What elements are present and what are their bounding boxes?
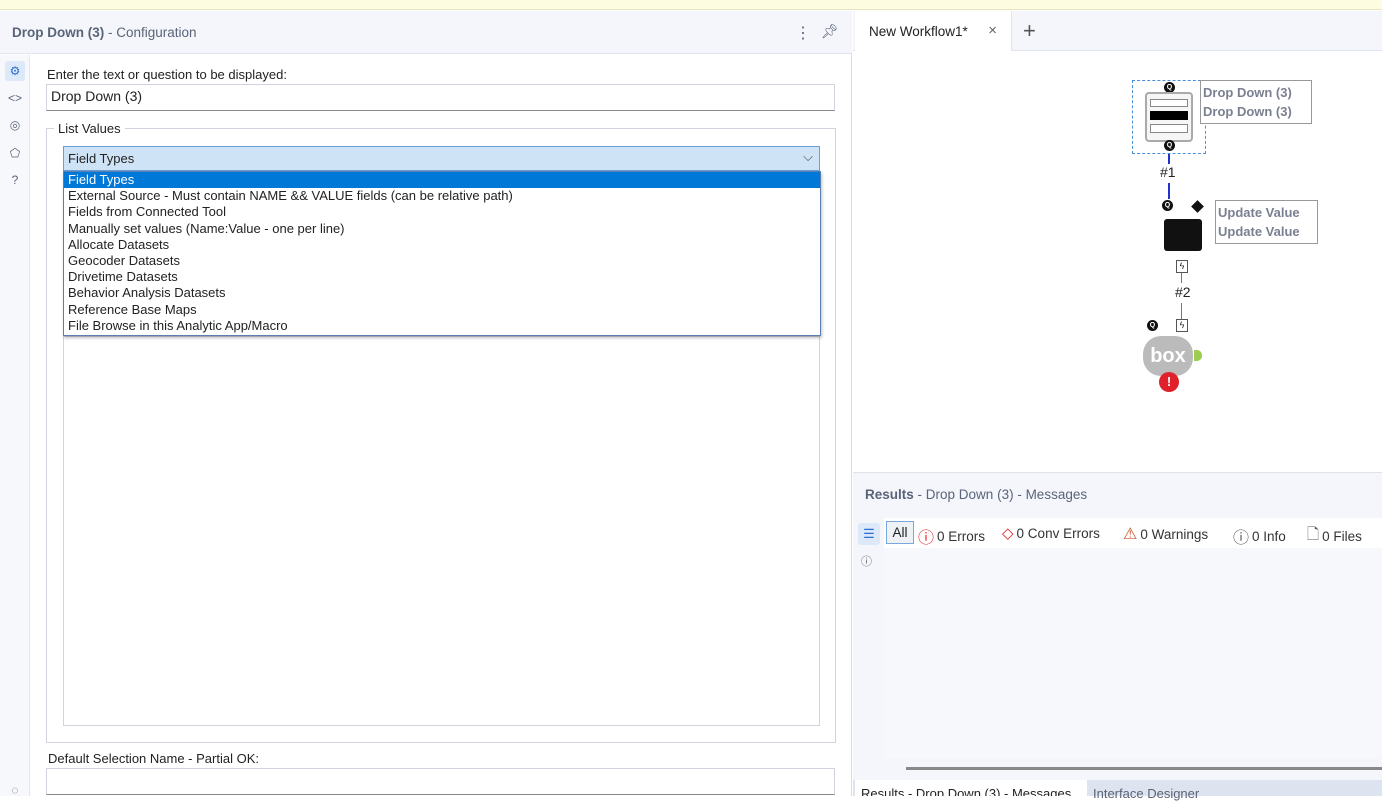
- option-geocoder[interactable]: Geocoder Datasets: [64, 253, 820, 269]
- event-anchor-icon: ϟ: [1176, 260, 1188, 273]
- dropdown-value: Field Types: [68, 151, 135, 166]
- tab-new-workflow[interactable]: New Workflow1* ×: [855, 11, 1012, 51]
- dropdown-options-list: Field Types External Source - Must conta…: [63, 171, 821, 336]
- config-side-toolbar: ⚙ <> ◎ ⬠ ? ◌: [0, 55, 30, 797]
- connection-icon[interactable]: ◎: [5, 115, 25, 135]
- notification-strip: [0, 0, 1382, 10]
- horizontal-scrollbar[interactable]: [906, 767, 1382, 770]
- diamond-error-icon: ◇: [1002, 525, 1014, 542]
- status-icon[interactable]: ◌: [5, 780, 25, 800]
- filter-info-button[interactable]: ⓘ 0 Info: [1233, 524, 1286, 548]
- option-drivetime[interactable]: Drivetime Datasets: [64, 269, 820, 285]
- update-value-tool-icon[interactable]: [1164, 219, 1202, 251]
- config-subtitle: - Configuration: [108, 25, 197, 40]
- filter-conv-errors-button[interactable]: ◇ 0 Conv Errors: [1002, 524, 1100, 542]
- output-anchor-icon: Q: [1164, 140, 1175, 151]
- workflow-canvas[interactable]: Q Q Drop Down (3) Drop Down (3) #1 Q Upda…: [853, 51, 1382, 470]
- tag-icon[interactable]: ⬠: [5, 143, 25, 163]
- connection-label-2: #2: [1175, 284, 1191, 300]
- list-values-area: [63, 336, 820, 726]
- filter-errors-button[interactable]: ⓘ 0 Errors: [918, 524, 985, 548]
- tab-label: New Workflow1*: [869, 24, 968, 39]
- event-anchor-icon: ϟ: [1176, 319, 1188, 332]
- more-options-icon[interactable]: ⋮: [795, 23, 811, 43]
- filter-all-button[interactable]: All: [886, 521, 914, 544]
- config-title: Drop Down (3): [12, 25, 105, 40]
- workflow-tabbar: New Workflow1* × +: [853, 11, 1382, 51]
- messages-area: [884, 548, 1382, 758]
- connection-label-1: #1: [1160, 164, 1176, 180]
- filter-warnings-button[interactable]: ⚠ 0 Warnings: [1123, 524, 1208, 544]
- option-file-browse[interactable]: File Browse in this Analytic App/Macro: [64, 318, 820, 334]
- default-selection-input[interactable]: [46, 768, 835, 795]
- warning-icon: ⚠: [1123, 526, 1138, 543]
- dropdown-annotation: Drop Down (3) Drop Down (3): [1200, 80, 1312, 124]
- file-icon: 🗋: [1307, 526, 1320, 543]
- config-header: Drop Down (3) - Configuration ⋮ 📌︎: [0, 11, 852, 54]
- info-icon: ⓘ: [1233, 530, 1250, 547]
- option-field-types[interactable]: Field Types: [64, 172, 820, 189]
- box-tool-icon[interactable]: box: [1143, 336, 1193, 376]
- results-subtitle: - Drop Down (3) - Messages: [917, 487, 1088, 502]
- chevron-down-icon: ⌵: [803, 149, 813, 164]
- option-behavior[interactable]: Behavior Analysis Datasets: [64, 285, 820, 301]
- gear-icon[interactable]: ⚙: [5, 61, 25, 81]
- help-icon[interactable]: ⓘ: [861, 553, 872, 569]
- option-reference-maps[interactable]: Reference Base Maps: [64, 302, 820, 318]
- option-external-source[interactable]: External Source - Must contain NAME && V…: [64, 188, 820, 204]
- option-allocate[interactable]: Allocate Datasets: [64, 237, 820, 253]
- option-fields-connected[interactable]: Fields from Connected Tool: [64, 204, 820, 220]
- tab-interface-designer[interactable]: Interface Designer: [1093, 786, 1199, 802]
- close-icon[interactable]: ×: [988, 22, 997, 39]
- filter-files-button[interactable]: 🗋 0 Files: [1307, 524, 1362, 549]
- option-manual-values[interactable]: Manually set values (Name:Value - one pe…: [64, 221, 820, 237]
- code-icon[interactable]: <>: [5, 88, 25, 108]
- error-icon: !: [1159, 372, 1179, 392]
- list-values-label: List Values: [54, 121, 125, 136]
- question-label: Enter the text or question to be display…: [47, 67, 287, 82]
- default-selection-label: Default Selection Name - Partial OK:: [48, 751, 259, 766]
- dropdown-tool[interactable]: Q Q: [1132, 80, 1206, 154]
- bottom-tabs: Results - Drop Down (3) - Messages Inter…: [853, 780, 1382, 801]
- help-icon[interactable]: ?: [5, 170, 25, 190]
- output-anchor-icon: [1194, 350, 1202, 361]
- question-anchor-icon: Q: [1162, 200, 1173, 211]
- pin-icon[interactable]: 📌︎: [821, 23, 839, 40]
- dropdown-tool-icon: [1145, 92, 1193, 142]
- list-type-dropdown[interactable]: Field Types ⌵: [63, 146, 820, 171]
- results-title: Results: [865, 487, 914, 502]
- question-input[interactable]: Drop Down (3): [46, 84, 835, 111]
- list-view-icon[interactable]: ☰: [858, 523, 880, 545]
- error-circle-icon: ⓘ: [918, 530, 935, 547]
- tab-results[interactable]: Results - Drop Down (3) - Messages: [855, 780, 1087, 796]
- question-anchor-icon: Q: [1147, 320, 1158, 331]
- update-value-annotation: Update Value Update Value: [1215, 200, 1318, 244]
- add-tab-icon[interactable]: +: [1023, 18, 1036, 44]
